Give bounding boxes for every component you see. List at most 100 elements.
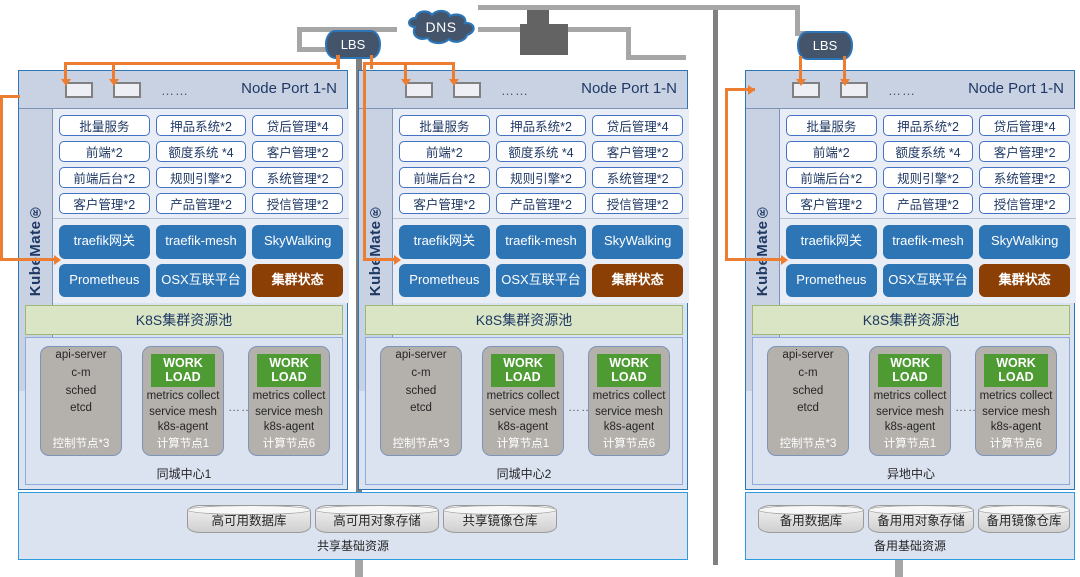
app-tile[interactable]: 押品系统*2 bbox=[155, 115, 247, 136]
app-tile[interactable]: 批量服务 bbox=[399, 115, 490, 136]
node-port-bar: …… Node Port 1-N bbox=[746, 71, 1074, 109]
worker-node[interactable]: WORK LOAD metrics collect service mesh k… bbox=[588, 346, 670, 456]
app-tile[interactable]: 客户管理*2 bbox=[592, 141, 683, 162]
node-port-dots: …… bbox=[161, 83, 189, 98]
app-tile[interactable]: 批量服务 bbox=[786, 115, 877, 136]
middleware-tile-osx[interactable]: OSX互联平台 bbox=[155, 263, 247, 297]
app-tile[interactable]: 规则引擎*2 bbox=[155, 167, 247, 188]
app-tile[interactable]: 客户管理*2 bbox=[979, 141, 1070, 162]
node-area: api-server c-m sched etcd 控制节点*3 WORK LO… bbox=[25, 337, 343, 485]
middleware-tile-skywalking[interactable]: SkyWalking bbox=[592, 225, 683, 259]
middleware-tile-prometheus[interactable]: Prometheus bbox=[786, 263, 877, 297]
app-tile[interactable]: 前端后台*2 bbox=[399, 167, 490, 188]
lbs-left-rail-drop bbox=[336, 55, 339, 65]
dns-node[interactable]: DNS bbox=[403, 8, 479, 46]
middleware-tile-cluster-status[interactable]: 集群状态 bbox=[252, 263, 343, 297]
worker-node[interactable]: WORK LOAD metrics collect service mesh k… bbox=[869, 346, 951, 456]
node-area: api-server c-m sched etcd 控制节点*3 WORK LO… bbox=[365, 337, 683, 485]
app-tile[interactable]: 客户管理*2 bbox=[786, 193, 877, 214]
app-tile[interactable]: 产品管理*2 bbox=[155, 193, 247, 214]
control-node-label: 控制节点*3 bbox=[779, 438, 837, 450]
connector-bottom-center bbox=[355, 560, 363, 577]
app-tile[interactable]: 系统管理*2 bbox=[979, 167, 1070, 188]
panel1-left-wrap-top bbox=[0, 95, 20, 98]
app-tile[interactable]: 前端后台*2 bbox=[59, 167, 150, 188]
worker-node[interactable]: WORK LOAD metrics collect service mesh k… bbox=[482, 346, 564, 456]
node-port-bar: …… Node Port 1-N bbox=[19, 71, 347, 109]
middleware-tile-traefik-gateway[interactable]: traefik网关 bbox=[399, 225, 490, 259]
control-node-label: 控制节点*3 bbox=[52, 438, 110, 450]
connector-bottom-right bbox=[895, 560, 903, 577]
app-tile[interactable]: 系统管理*2 bbox=[592, 167, 683, 188]
app-tile[interactable]: 贷后管理*4 bbox=[592, 115, 683, 136]
app-tile[interactable]: 额度系统 *4 bbox=[155, 141, 247, 162]
app-tile[interactable]: 贷后管理*4 bbox=[252, 115, 343, 136]
middleware-tile-cluster-status[interactable]: 集群状态 bbox=[979, 263, 1070, 297]
worker-node-label: 计算节点6 bbox=[602, 438, 656, 450]
app-tile[interactable]: 规则引擎*2 bbox=[882, 167, 974, 188]
middleware-tile-prometheus[interactable]: Prometheus bbox=[399, 263, 490, 297]
control-node[interactable]: api-server c-m sched etcd 控制节点*3 bbox=[767, 346, 849, 456]
connector-rail-to-lbs-right bbox=[795, 5, 800, 33]
node-port-dots: …… bbox=[888, 83, 916, 98]
app-tile[interactable]: 押品系统*2 bbox=[882, 115, 974, 136]
np6-arrow-stem bbox=[843, 56, 846, 80]
worker-node[interactable]: WORK LOAD metrics collect service mesh k… bbox=[975, 346, 1057, 456]
node-port-bar: …… Node Port 1-N bbox=[359, 71, 687, 109]
worker-node-label: 计算节点1 bbox=[156, 438, 210, 450]
infra-cylinder-object-storage[interactable]: 高可用对象存储 bbox=[315, 505, 439, 533]
middleware-tile-skywalking[interactable]: SkyWalking bbox=[252, 225, 343, 259]
middleware-tile-traefik-mesh[interactable]: traefik-mesh bbox=[882, 225, 974, 259]
app-tile[interactable]: 前端*2 bbox=[399, 141, 490, 162]
infra-cylinder-db[interactable]: 高可用数据库 bbox=[187, 505, 311, 533]
app-tile[interactable]: 贷后管理*4 bbox=[979, 115, 1070, 136]
app-tile[interactable]: 前端后台*2 bbox=[786, 167, 877, 188]
middleware-tile-traefik-mesh[interactable]: traefik-mesh bbox=[155, 225, 247, 259]
app-tile[interactable]: 授信管理*2 bbox=[979, 193, 1070, 214]
app-tile[interactable]: 前端*2 bbox=[786, 141, 877, 162]
app-tile[interactable]: 额度系统 *4 bbox=[495, 141, 587, 162]
middleware-tile-osx[interactable]: OSX互联平台 bbox=[882, 263, 974, 297]
backup-cylinder-db[interactable]: 备用数据库 bbox=[758, 505, 864, 533]
app-tile[interactable]: 额度系统 *4 bbox=[882, 141, 974, 162]
app-tile[interactable]: 规则引擎*2 bbox=[495, 167, 587, 188]
middleware-tile-osx[interactable]: OSX互联平台 bbox=[495, 263, 587, 297]
app-tile[interactable]: 授信管理*2 bbox=[592, 193, 683, 214]
middleware-tile-prometheus[interactable]: Prometheus bbox=[59, 263, 150, 297]
middleware-tile-traefik-gateway[interactable]: traefik网关 bbox=[59, 225, 150, 259]
control-node[interactable]: api-server c-m sched etcd 控制节点*3 bbox=[40, 346, 122, 456]
backup-cylinder-image-registry[interactable]: 备用镜像仓库 bbox=[978, 505, 1070, 533]
infra-cylinder-image-registry[interactable]: 共享镜像仓库 bbox=[443, 505, 557, 533]
middleware-tile-traefik-mesh[interactable]: traefik-mesh bbox=[495, 225, 587, 259]
app-tile[interactable]: 系统管理*2 bbox=[252, 167, 343, 188]
middleware-tile-skywalking[interactable]: SkyWalking bbox=[979, 225, 1070, 259]
app-tile[interactable]: 客户管理*2 bbox=[59, 193, 150, 214]
worker-node[interactable]: WORK LOAD metrics collect service mesh k… bbox=[142, 346, 224, 456]
panel3-top-arrow bbox=[748, 85, 755, 95]
backup-cylinder-object-storage[interactable]: 备用用对象存储 bbox=[868, 505, 974, 533]
connector-center-spine bbox=[713, 5, 718, 565]
panel3-left-wrap-arrow bbox=[781, 255, 788, 265]
app-tile[interactable]: 产品管理*2 bbox=[882, 193, 974, 214]
worker-node[interactable]: WORK LOAD metrics collect service mesh k… bbox=[248, 346, 330, 456]
panel3-left-wrap-bottom bbox=[725, 258, 782, 261]
panel2-left-wrap-vert bbox=[363, 80, 366, 260]
middleware-tile-cluster-status[interactable]: 集群状态 bbox=[592, 263, 683, 297]
worker-node-label: 计算节点6 bbox=[989, 438, 1043, 450]
workload-badge: WORK LOAD bbox=[878, 354, 942, 388]
np1-arrow-head bbox=[61, 79, 71, 86]
datacenter-label: 异地中心 bbox=[886, 467, 935, 481]
app-tile[interactable]: 押品系统*2 bbox=[495, 115, 587, 136]
app-tile[interactable]: 前端*2 bbox=[59, 141, 150, 162]
middleware-tile-traefik-gateway[interactable]: traefik网关 bbox=[786, 225, 877, 259]
control-node[interactable]: api-server c-m sched etcd 控制节点*3 bbox=[380, 346, 462, 456]
app-tile[interactable]: 客户管理*2 bbox=[399, 193, 490, 214]
app-tile[interactable]: 授信管理*2 bbox=[252, 193, 343, 214]
control-node-components: api-server c-m sched etcd bbox=[782, 349, 834, 415]
app-tile[interactable]: 产品管理*2 bbox=[495, 193, 587, 214]
lbs-left-label: LBS bbox=[340, 37, 366, 52]
app-tile[interactable]: 客户管理*2 bbox=[252, 141, 343, 162]
workload-badge: WORK LOAD bbox=[151, 354, 215, 388]
app-tile[interactable]: 批量服务 bbox=[59, 115, 150, 136]
architecture-diagram: DNS LBS LBS …… Node Port 1-N KubeMate® 批… bbox=[0, 0, 1080, 577]
